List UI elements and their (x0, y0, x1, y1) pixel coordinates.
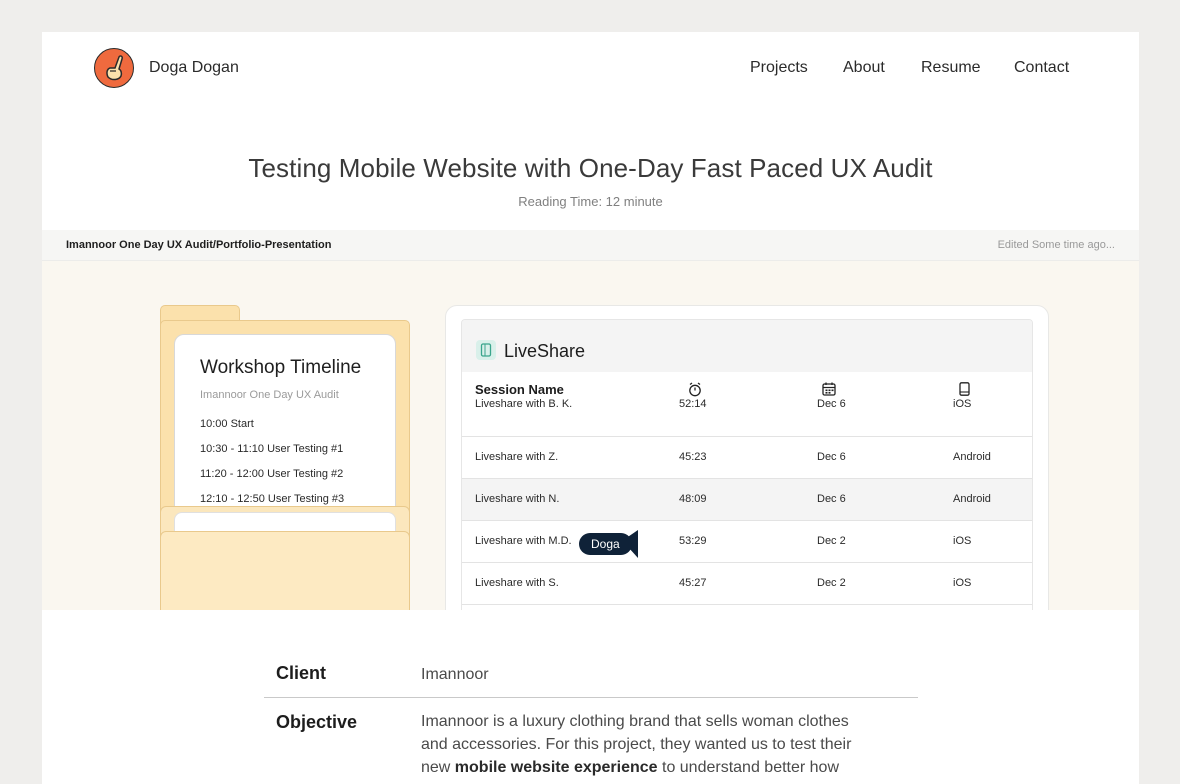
session-date: Dec 2 (817, 535, 846, 547)
session-duration: 52:14 (679, 398, 707, 410)
session-duration: 48:09 (679, 493, 707, 505)
logo-avatar[interactable] (94, 48, 134, 88)
objective-text: Imannoor is a luxury clothing brand that… (421, 710, 871, 784)
nav-resume[interactable]: Resume (921, 59, 981, 77)
page: Doga Dogan Projects About Resume Contact… (42, 32, 1139, 784)
session-name: Liveshare with M.D. (475, 535, 572, 547)
client-value: Imannoor (421, 666, 489, 683)
table-row[interactable]: Liveshare with B. K. 52:14 Dec 6 iOS (462, 395, 1032, 437)
reading-time: Reading Time: 12 minute (518, 194, 663, 209)
hand-icon (106, 55, 123, 81)
liveshare-title: LiveShare (504, 341, 586, 361)
brand-name[interactable]: Doga Dogan (149, 59, 239, 77)
timeline-item: 12:10 - 12:50 User Testing #3 (200, 493, 345, 505)
timeline-subtitle: Imannoor One Day UX Audit (200, 389, 339, 401)
collaborator-cursor-label: Doga (579, 533, 632, 555)
session-name: Liveshare with N. (475, 493, 560, 505)
table-row[interactable]: Liveshare with Z. 45:23 Dec 6 Android (462, 437, 1032, 479)
nav-projects[interactable]: Projects (750, 59, 808, 77)
objective-highlight: mobile website experience (454, 759, 658, 776)
page-title: Testing Mobile Website with One-Day Fast… (248, 153, 933, 183)
timeline-item: 11:20 - 12:00 User Testing #2 (200, 468, 344, 480)
embed-file-name[interactable]: Imannoor One Day UX Audit/Portfolio-Pres… (66, 239, 331, 251)
nav-about[interactable]: About (843, 59, 885, 77)
session-name: Liveshare with B. K. (475, 398, 573, 410)
session-date: Dec 2 (817, 577, 846, 589)
divider (264, 697, 918, 698)
nav-contact[interactable]: Contact (1014, 59, 1069, 77)
session-duration: 53:29 (679, 535, 707, 547)
table-row[interactable]: Liveshare with N. 48:09 Dec 6 Android (462, 479, 1032, 521)
session-platform: Android (953, 451, 991, 463)
tablet-icon (476, 340, 496, 360)
liveshare-table: LiveShare Session Name Liveshare with B.… (461, 319, 1033, 610)
objective-label: Objective (276, 712, 358, 732)
embed-edited-status: Edited Some time ago... (997, 239, 1115, 251)
session-platform: iOS (953, 398, 972, 410)
client-label: Client (276, 663, 327, 683)
table-row[interactable]: Liveshare with M.D. 53:29 Dec 2 iOS (462, 521, 1032, 563)
timeline-title: Workshop Timeline (200, 357, 362, 378)
session-duration: 45:23 (679, 451, 707, 463)
embed-canvas[interactable]: Workshop Timeline Imannoor One Day UX Au… (42, 261, 1139, 610)
timeline-item: 10:30 - 11:10 User Testing #1 (200, 443, 344, 455)
table-row[interactable]: Liveshare with S. 45:27 Dec 2 iOS (462, 563, 1032, 605)
session-name: Liveshare with Z. (475, 451, 559, 463)
session-date: Dec 6 (817, 493, 846, 505)
session-platform: iOS (953, 577, 972, 589)
session-name: Liveshare with S. (475, 577, 559, 589)
timeline-card: Workshop Timeline Imannoor One Day UX Au… (174, 334, 396, 534)
session-date: Dec 6 (817, 398, 846, 410)
embed-file-bar: Imannoor One Day UX Audit/Portfolio-Pres… (42, 230, 1139, 261)
session-platform: iOS (953, 535, 972, 547)
timeline-item: 10:00 Start (200, 418, 254, 430)
session-date: Dec 6 (817, 451, 846, 463)
liveshare-card: LiveShare Session Name Liveshare with B.… (445, 305, 1049, 610)
folder-pocket-front (160, 531, 410, 610)
session-platform: Android (953, 493, 991, 505)
session-duration: 45:27 (679, 577, 707, 589)
liveshare-header: LiveShare (462, 320, 1032, 372)
